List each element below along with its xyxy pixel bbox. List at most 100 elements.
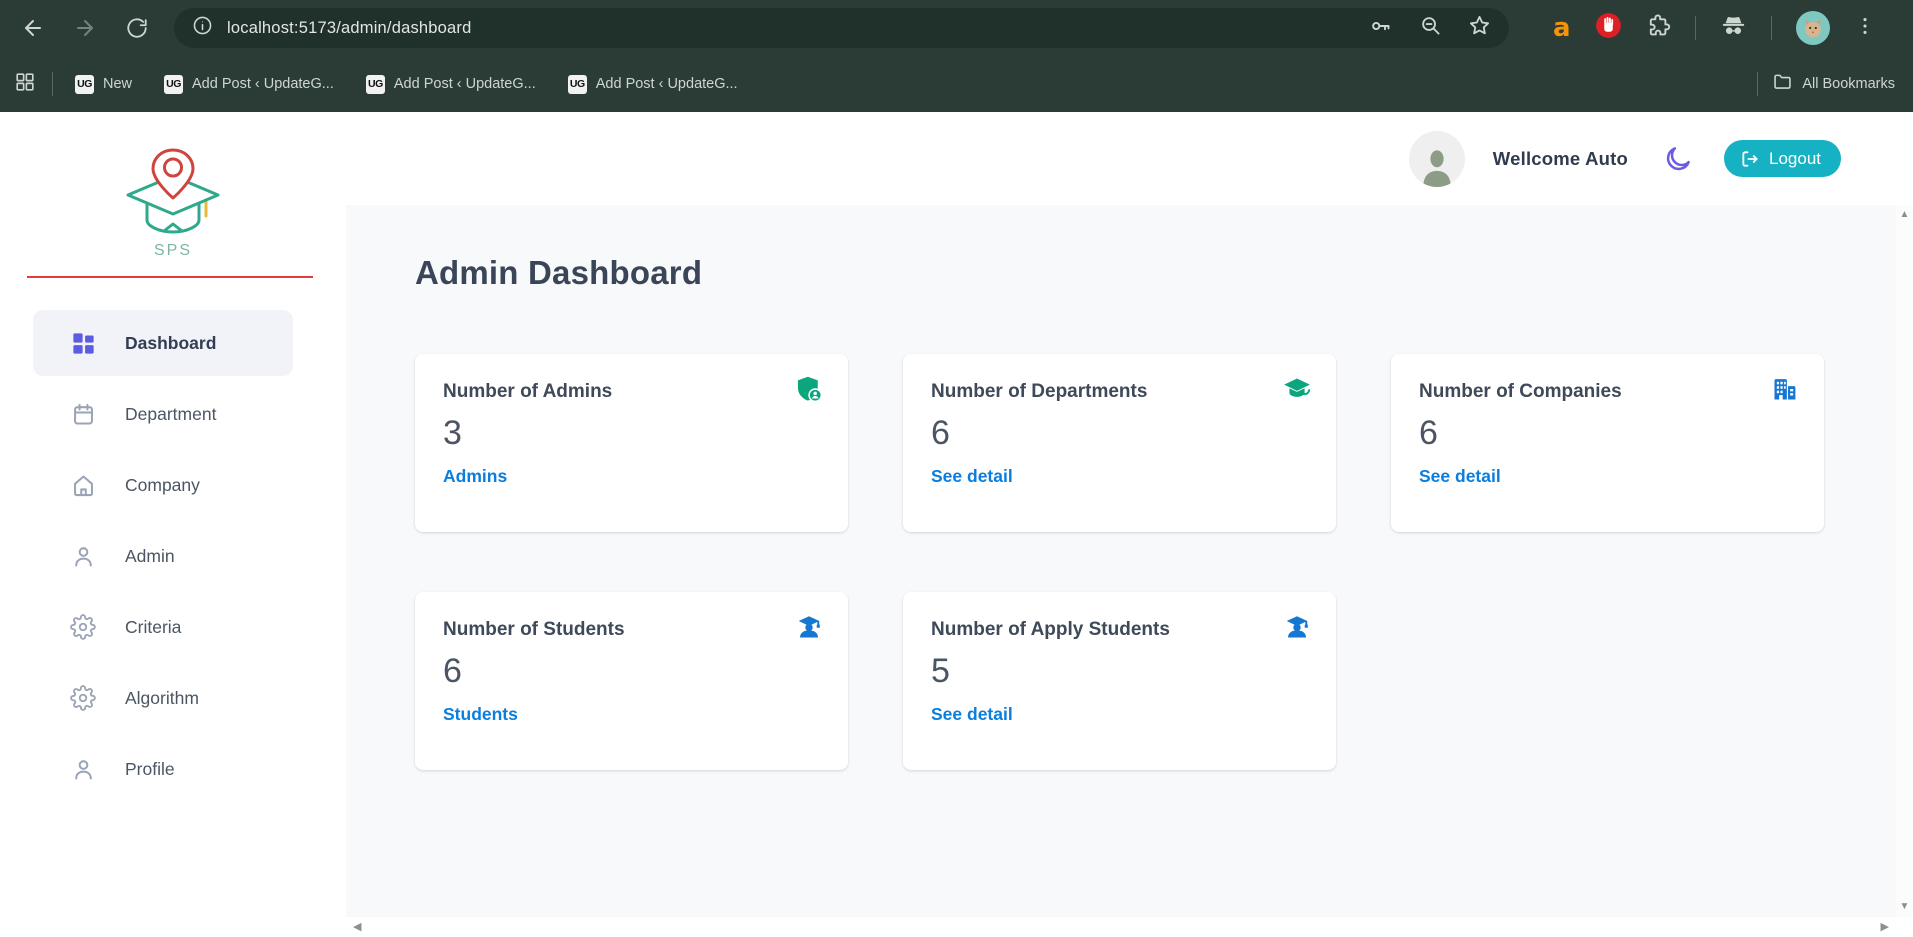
page-title: Admin Dashboard	[415, 254, 1896, 292]
horizontal-scrollbar[interactable]: ◀ ▶	[346, 917, 1896, 937]
url-text[interactable]: localhost:5173/admin/dashboard	[227, 19, 472, 38]
bookmarks-bar: UG New UG Add Post ‹ UpdateG... UG Add P…	[0, 56, 1913, 112]
card-link[interactable]: Admins	[443, 466, 507, 487]
card-title: Number of Apply Students	[931, 619, 1308, 641]
bookmark-item[interactable]: UG New	[75, 75, 132, 94]
calendar-icon	[70, 401, 97, 428]
bookmarks-separator	[52, 72, 53, 96]
passwords-key-icon[interactable]	[1369, 14, 1393, 43]
vertical-scrollbar[interactable]: ▲ ▼	[1896, 205, 1913, 917]
sidebar-item-profile[interactable]: Profile	[33, 736, 293, 802]
card-title: Number of Companies	[1419, 381, 1796, 403]
zoom-out-icon[interactable]	[1419, 14, 1442, 42]
card-link[interactable]: See detail	[931, 704, 1013, 725]
folder-icon	[1772, 71, 1793, 97]
bookmark-star-icon[interactable]	[1468, 14, 1491, 42]
bookmark-favicon: UG	[568, 75, 587, 94]
extensions-puzzle-icon[interactable]	[1646, 13, 1671, 43]
dashboard-content: Admin Dashboard Number of Admins	[346, 205, 1896, 917]
card-number-of-admins: Number of Admins 3 Admins	[415, 354, 848, 532]
card-value: 5	[931, 652, 1308, 691]
card-link[interactable]: See detail	[931, 466, 1013, 487]
toolbar-separator	[1695, 16, 1696, 40]
sps-logo-icon	[114, 148, 232, 240]
student-icon	[795, 613, 823, 641]
sidebar-item-label: Department	[125, 404, 216, 425]
sidebar: SPS Dashboard Department Company	[0, 112, 346, 937]
sidebar-item-admin[interactable]: Admin	[33, 523, 293, 589]
welcome-text: Wellcome Auto	[1493, 148, 1628, 170]
sidebar-item-dashboard[interactable]: Dashboard	[33, 310, 293, 376]
logout-icon	[1740, 149, 1760, 169]
bookmark-item[interactable]: UG Add Post ‹ UpdateG...	[568, 75, 738, 94]
toolbar-separator	[1771, 16, 1772, 40]
menu-dots-icon[interactable]	[1854, 15, 1876, 42]
card-value: 6	[931, 414, 1308, 453]
card-link[interactable]: Students	[443, 704, 518, 725]
card-link[interactable]: See detail	[1419, 466, 1501, 487]
browser-chrome: localhost:5173/admin/dashboard a	[0, 0, 1913, 112]
card-number-of-apply-students: Number of Apply Students 5	[903, 592, 1336, 770]
all-bookmarks-label: All Bookmarks	[1802, 76, 1895, 92]
forward-icon[interactable]	[68, 11, 102, 45]
graduation-cap-icon	[1283, 375, 1311, 403]
incognito-icon[interactable]	[1720, 12, 1747, 44]
student-icon	[1283, 613, 1311, 641]
bookmarks-separator	[1757, 72, 1758, 96]
home-icon	[70, 472, 97, 499]
screen: localhost:5173/admin/dashboard a	[0, 0, 1913, 937]
sidebar-item-label: Company	[125, 475, 200, 496]
card-number-of-students: Number of Students 6	[415, 592, 848, 770]
card-number-of-departments: Number of Departments 6 See detail	[903, 354, 1336, 532]
main-area: Wellcome Auto Logout Admin Dashboard Num…	[346, 112, 1913, 937]
admin-shield-icon	[795, 375, 823, 403]
bookmark-favicon: UG	[75, 75, 94, 94]
address-bar[interactable]: localhost:5173/admin/dashboard	[174, 8, 1509, 48]
dashboard-grid-icon	[70, 330, 97, 357]
sidebar-item-company[interactable]: Company	[33, 452, 293, 518]
back-icon[interactable]	[16, 11, 50, 45]
bookmark-item[interactable]: UG Add Post ‹ UpdateG...	[366, 75, 536, 94]
all-bookmarks-button[interactable]: All Bookmarks	[1772, 71, 1895, 97]
sidebar-item-label: Admin	[125, 546, 175, 567]
sidebar-item-label: Profile	[125, 759, 175, 780]
card-number-of-companies: Number of Companies	[1391, 354, 1824, 532]
reload-icon[interactable]	[120, 11, 154, 45]
bookmark-favicon: UG	[366, 75, 385, 94]
scroll-down-arrow-icon[interactable]: ▼	[1896, 902, 1913, 912]
scroll-up-arrow-icon[interactable]: ▲	[1896, 210, 1913, 220]
bookmark-label: Add Post ‹ UpdateG...	[394, 76, 536, 92]
bookmark-item[interactable]: UG Add Post ‹ UpdateG...	[164, 75, 334, 94]
card-value: 3	[443, 414, 820, 453]
browser-profile-avatar[interactable]	[1796, 11, 1830, 45]
sidebar-item-algorithm[interactable]: Algorithm	[33, 665, 293, 731]
dark-mode-moon-icon[interactable]	[1660, 141, 1696, 177]
logout-button[interactable]: Logout	[1724, 140, 1841, 177]
user-avatar[interactable]	[1409, 131, 1465, 187]
apps-grid-icon[interactable]	[14, 71, 36, 98]
card-title: Number of Departments	[931, 381, 1308, 403]
browser-toolbar: localhost:5173/admin/dashboard a	[0, 0, 1913, 56]
scroll-left-arrow-icon[interactable]: ◀	[353, 921, 361, 933]
logo-divider	[27, 276, 313, 278]
logout-label: Logout	[1769, 149, 1821, 169]
sidebar-item-label: Algorithm	[125, 688, 199, 709]
app-logo: SPS	[0, 112, 346, 278]
card-title: Number of Admins	[443, 381, 820, 403]
sidebar-item-department[interactable]: Department	[33, 381, 293, 447]
sidebar-item-label: Criteria	[125, 617, 181, 638]
adblock-extension-icon[interactable]	[1595, 12, 1622, 44]
amazon-extension-icon[interactable]: a	[1553, 15, 1571, 41]
bookmark-favicon: UG	[164, 75, 183, 94]
topbar: Wellcome Auto Logout	[346, 112, 1913, 205]
scroll-right-arrow-icon[interactable]: ▶	[1881, 921, 1889, 933]
scrollbar-corner	[1896, 917, 1913, 937]
user-icon	[70, 543, 97, 570]
page-info-icon[interactable]	[192, 15, 213, 41]
gear-icon	[70, 685, 97, 712]
sidebar-nav: Dashboard Department Company Admin	[0, 310, 346, 802]
sidebar-item-criteria[interactable]: Criteria	[33, 594, 293, 660]
gear-icon	[70, 614, 97, 641]
card-value: 6	[1419, 414, 1796, 453]
stat-cards: Number of Admins 3 Admins	[415, 354, 1896, 770]
